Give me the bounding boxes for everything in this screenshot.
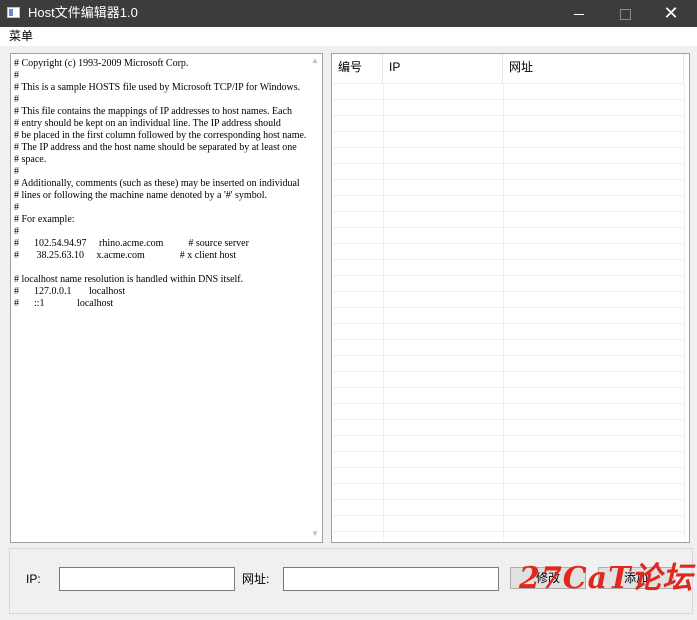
table-grid-line <box>332 115 684 132</box>
table-header: 编号 IP 网址 <box>332 54 686 83</box>
table-grid-line <box>332 499 684 516</box>
title-bar[interactable]: Host文件编辑器1.0 ✕ <box>0 0 697 27</box>
close-button[interactable]: ✕ <box>648 0 694 27</box>
table-grid-line <box>332 451 684 468</box>
column-header-url[interactable]: 网址 <box>503 54 684 83</box>
table-grid-line <box>332 339 684 356</box>
forum-watermark: 27CaT论坛 <box>519 561 694 596</box>
column-header-number[interactable]: 编号 <box>332 54 383 83</box>
table-grid-line <box>332 83 684 100</box>
table-column-divider <box>684 83 685 542</box>
table-grid-line <box>332 419 684 436</box>
table-grid-line <box>332 371 684 388</box>
table-column-divider <box>503 83 504 542</box>
table-grid-line <box>332 387 684 404</box>
url-label: 网址: <box>242 572 270 586</box>
scroll-up-icon[interactable]: ▲ <box>310 56 320 66</box>
table-grid-line <box>332 355 684 372</box>
minimize-icon <box>574 13 584 15</box>
table-grid-line <box>332 147 684 164</box>
hosts-table[interactable]: 编号 IP 网址 <box>331 53 690 543</box>
table-grid-line <box>332 275 684 292</box>
table-grid-line <box>332 179 684 196</box>
app-window-icon <box>7 7 20 18</box>
table-grid-line <box>332 307 684 324</box>
window-title: Host文件编辑器1.0 <box>28 5 138 20</box>
table-grid-line <box>332 531 684 542</box>
hosts-file-content[interactable]: # Copyright (c) 1993-2009 Microsoft Corp… <box>14 58 308 310</box>
maximize-button[interactable] <box>602 0 648 27</box>
column-header-ip[interactable]: IP <box>383 54 503 83</box>
hosts-file-textarea[interactable]: # Copyright (c) 1993-2009 Microsoft Corp… <box>10 53 323 543</box>
ip-input[interactable] <box>59 567 235 591</box>
table-grid-line <box>332 483 684 500</box>
table-grid-line <box>332 467 684 484</box>
url-input[interactable] <box>283 567 499 591</box>
table-grid-line <box>332 403 684 420</box>
table-grid-line <box>332 323 684 340</box>
scroll-down-icon[interactable]: ▼ <box>310 529 320 539</box>
table-grid-line <box>332 99 684 116</box>
table-column-divider <box>383 83 384 542</box>
maximize-icon <box>619 8 631 20</box>
ip-label: IP: <box>26 572 41 586</box>
table-grid-line <box>332 195 684 212</box>
menu-bar: 菜单 <box>0 27 697 46</box>
minimize-button[interactable] <box>556 0 602 27</box>
table-grid-line <box>332 259 684 276</box>
table-grid-line <box>332 211 684 228</box>
close-icon: ✕ <box>663 3 679 23</box>
table-grid-line <box>332 227 684 244</box>
table-grid-line <box>332 515 684 532</box>
table-grid-line <box>332 163 684 180</box>
table-grid-line <box>332 131 684 148</box>
menu-item-menu[interactable]: 菜单 <box>9 28 33 44</box>
table-grid-line <box>332 435 684 452</box>
table-grid-line <box>332 291 684 308</box>
table-grid-line <box>332 243 684 260</box>
